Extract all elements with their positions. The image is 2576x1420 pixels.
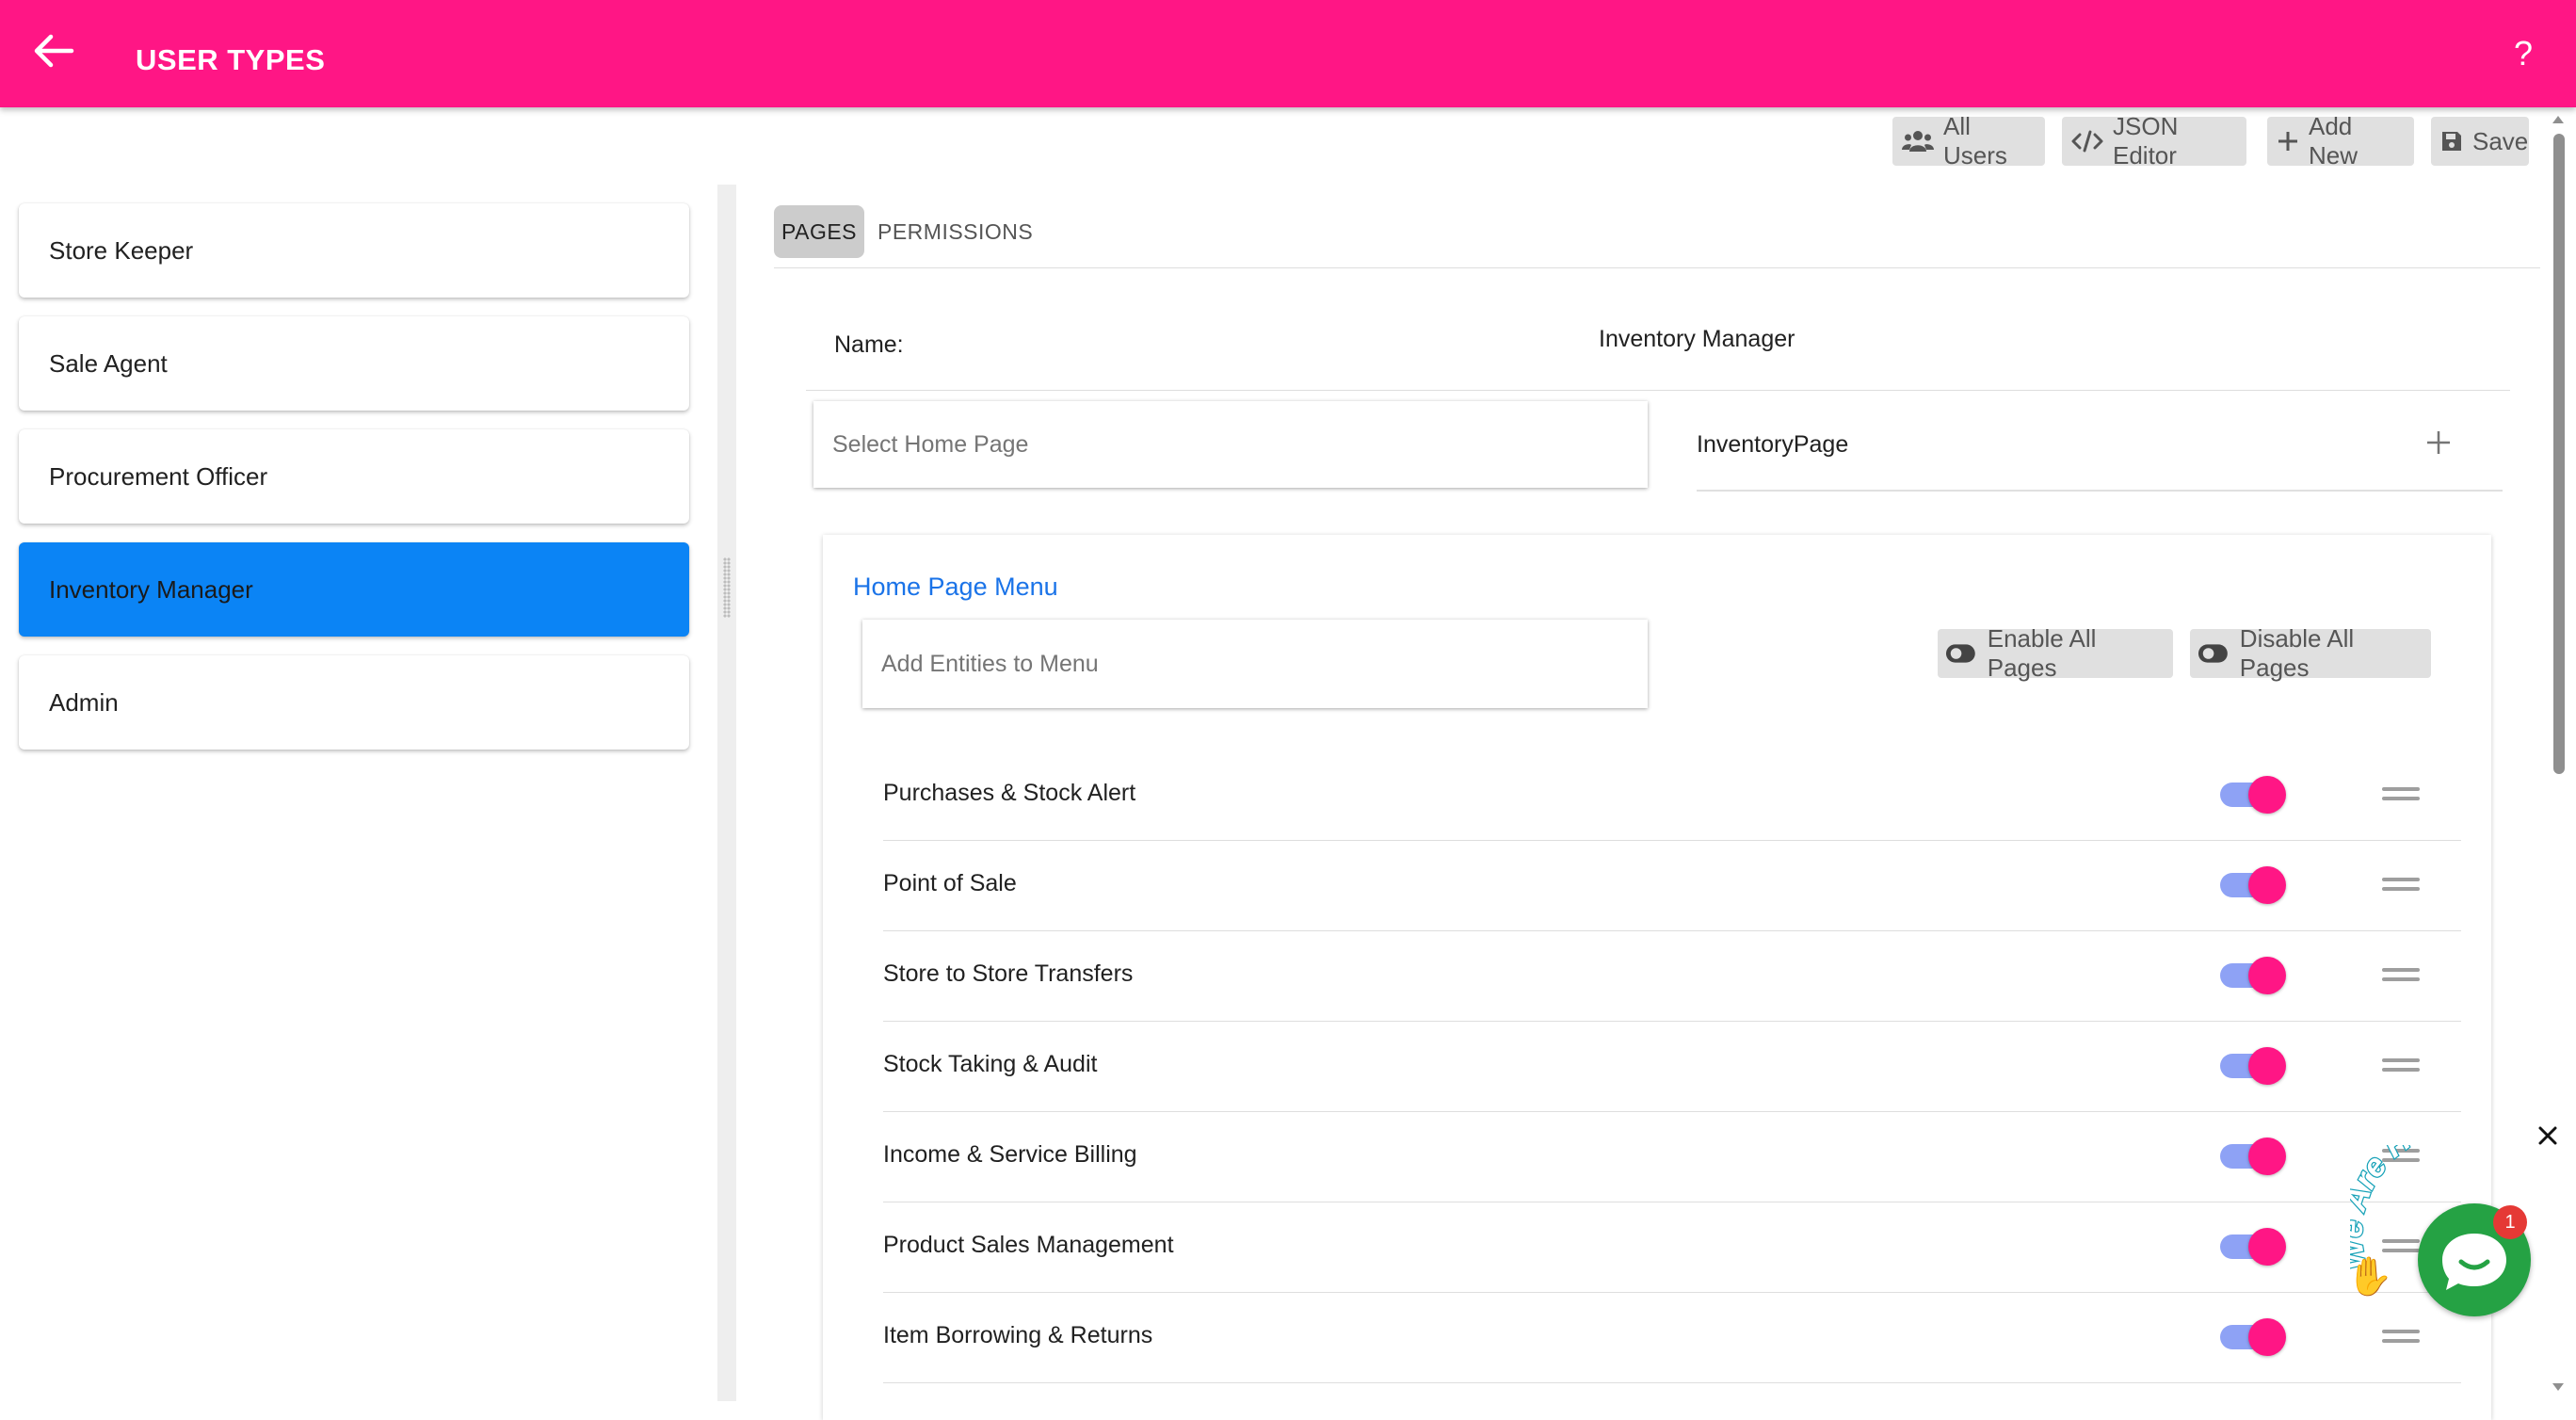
save-icon [2442,132,2461,151]
menu-item: Store to Store Transfers [883,930,2461,1022]
disable-all-pages-button[interactable]: Disable All Pages [2190,624,2431,682]
disable-all-pages-label: Disable All Pages [2239,624,2355,682]
name-label: Name: [834,331,904,358]
back-arrow-icon[interactable] [23,21,83,81]
toggle-off-icon [2198,644,2228,663]
menu-item-label: Product Sales Management [883,1232,1174,1258]
user-type-admin[interactable]: Admin [19,655,689,750]
code-icon [2071,130,2103,153]
plus-icon [2278,132,2297,151]
json-editor-button[interactable]: JSON Editor [2062,112,2246,169]
all-users-button[interactable]: All Users [1892,112,2045,169]
menu-item-label: Item Borrowing & Returns [883,1322,1153,1348]
menu-item-label: Purchases & Stock Alert [883,780,1136,806]
scroll-down-arrow-icon[interactable] [2552,1380,2565,1394]
add-home-page-icon[interactable] [2422,426,2455,460]
menu-item-toggle[interactable] [2220,1228,2290,1266]
enable-all-pages-button[interactable]: Enable All Pages [1938,624,2173,682]
name-divider [806,390,2510,391]
drag-handle-icon[interactable] [2382,1057,2420,1075]
toggle-on-icon [1945,644,1975,663]
menu-item-label: Point of Sale [883,870,1017,896]
tab-permissions[interactable]: PERMISSIONS [877,205,1033,258]
menu-item-toggle[interactable] [2220,776,2290,814]
scrollbar-thumb[interactable] [2553,134,2565,774]
drag-handle-icon[interactable] [2382,966,2420,985]
json-editor-label: JSON Editor [2113,112,2179,169]
menu-item: Stock Taking & Audit [883,1021,2461,1112]
menu-item-toggle[interactable] [2220,1047,2290,1085]
menu-item-toggle[interactable] [2220,1318,2290,1356]
menu-item-label: Stock Taking & Audit [883,1051,1098,1077]
drag-handle-icon[interactable] [2382,876,2420,895]
menu-item-label: Store to Store Transfers [883,960,1134,987]
home-page-select[interactable]: Select Home Page [813,401,1648,488]
scroll-up-arrow-icon[interactable] [2552,113,2565,126]
home-page-value: InventoryPage [1697,431,1849,458]
menu-item: Income & Service Billing [883,1111,2461,1202]
user-type-sale-agent[interactable]: Sale Agent [19,316,689,411]
save-label: Save [2472,126,2529,155]
save-button[interactable]: Save [2431,117,2529,166]
all-users-label: All Users [1943,112,2007,169]
menu-item-toggle[interactable] [2220,957,2290,994]
tab-pages[interactable]: PAGES [774,205,864,258]
splitter-grip-icon[interactable] [723,557,731,618]
menu-item-toggle[interactable] [2220,1138,2290,1175]
menu-item: Purchases & Stock Alert [883,750,2461,841]
menu-item-label: Income & Service Billing [883,1141,1137,1168]
add-entities-input[interactable]: Add Entities to Menu [862,620,1648,708]
add-new-label: Add New [2309,112,2359,169]
enable-all-pages-label: Enable All Pages [1987,624,2097,682]
menu-item: Item Borrowing & Returns [883,1292,2461,1383]
drag-handle-icon[interactable] [2382,785,2420,804]
help-button[interactable]: ? [2514,34,2533,73]
home-page-menu-title: Home Page Menu [853,573,1058,601]
user-type-procurement-officer[interactable]: Procurement Officer [19,429,689,524]
menu-item: Product Sales Management [883,1202,2461,1293]
chat-unread-badge: 1 [2493,1205,2527,1239]
waving-hand-icon: ✋ [2346,1256,2393,1298]
tab-divider [774,267,2540,268]
menu-item: Point of Sale [883,840,2461,931]
panel-splitter[interactable] [717,185,736,1401]
app-bar: USER TYPES ? [0,0,2576,107]
add-new-button[interactable]: Add New [2267,112,2414,169]
user-type-store-keeper[interactable]: Store Keeper [19,203,689,298]
home-page-underline [1697,490,2503,492]
name-value[interactable]: Inventory Manager [1599,326,1795,353]
user-type-inventory-manager[interactable]: Inventory Manager [19,542,689,637]
menu-item-toggle[interactable] [2220,866,2290,904]
users-icon [1902,131,1934,152]
page-title: USER TYPES [136,43,326,76]
drag-handle-icon[interactable] [2382,1328,2420,1347]
